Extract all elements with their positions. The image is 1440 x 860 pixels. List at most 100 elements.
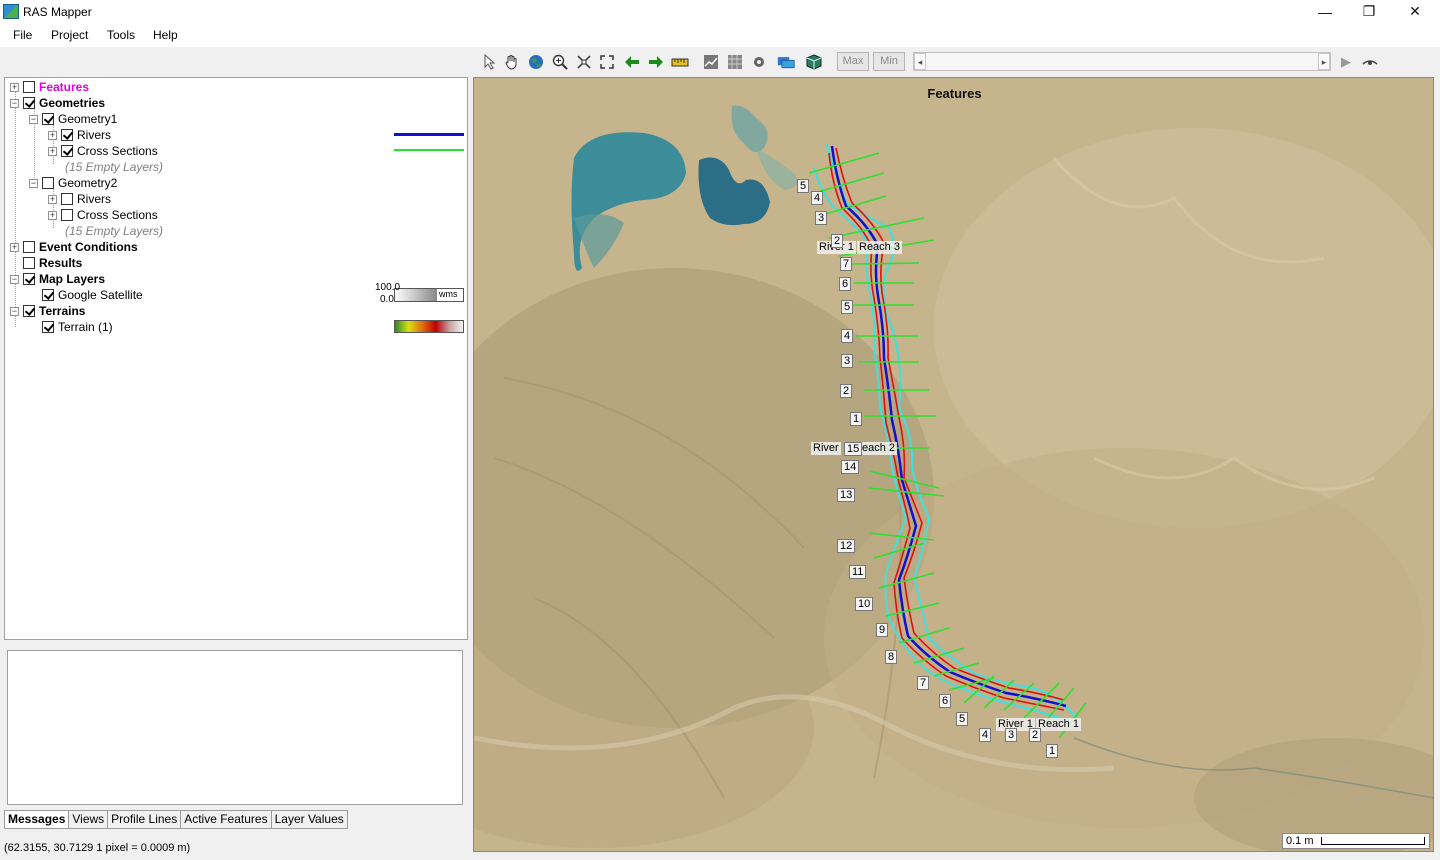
tree-item-geometries[interactable]: − Geometries — [10, 95, 105, 111]
animation-settings-icon[interactable] — [1361, 53, 1379, 71]
zoom-in-icon[interactable] — [551, 53, 569, 71]
tree-item-map-layers[interactable]: − Map Layers — [10, 271, 105, 287]
wms-min-value: 0.0 — [380, 294, 394, 305]
xs-label: 4 — [841, 329, 854, 343]
max-button[interactable]: Max — [837, 52, 869, 71]
terrain-color-ramp — [394, 320, 464, 333]
collapse-icon[interactable]: − — [10, 274, 19, 284]
checkbox[interactable] — [23, 257, 35, 269]
min-button[interactable]: Min — [873, 52, 905, 71]
checkbox[interactable] — [23, 81, 35, 93]
cube-icon[interactable] — [805, 53, 823, 71]
bottom-tabs: Messages Views Profile Lines Active Feat… — [4, 810, 348, 829]
checkbox[interactable] — [61, 129, 73, 141]
map-toolbar: Max Min ◂ ▸ ▶ — [475, 50, 1440, 74]
expand-icon[interactable]: + — [10, 82, 19, 92]
xs-label: 7 — [917, 676, 930, 690]
tree-item-g1-rivers[interactable]: + Rivers — [48, 127, 111, 143]
reach-label: Reach 1 — [1036, 718, 1081, 731]
full-extent-icon[interactable] — [598, 53, 616, 71]
tree-item-google-satellite[interactable]: Google Satellite — [42, 287, 143, 303]
menu-file[interactable]: File — [13, 28, 32, 42]
tree-item-g2-empty-layers[interactable]: (15 Empty Layers) — [65, 223, 163, 239]
tree-item-g1-cross-sections[interactable]: + Cross Sections — [48, 143, 158, 159]
maximize-button[interactable]: ❐ — [1346, 0, 1392, 23]
tree-item-results[interactable]: Results — [23, 255, 82, 271]
scroll-left-icon[interactable]: ◂ — [914, 53, 926, 70]
tab-views[interactable]: Views — [68, 810, 109, 829]
tab-layer-values[interactable]: Layer Values — [270, 810, 348, 829]
play-icon[interactable]: ▶ — [1337, 53, 1355, 71]
checkbox[interactable] — [42, 177, 54, 189]
tree-label: Geometry1 — [58, 112, 118, 126]
checkbox[interactable] — [23, 97, 35, 109]
tree-label: (15 Empty Layers) — [65, 160, 164, 174]
menu-project[interactable]: Project — [51, 28, 88, 42]
tree-item-geometry1[interactable]: − Geometry1 — [29, 111, 117, 127]
pan-hand-icon[interactable] — [503, 53, 521, 71]
tree-item-terrains[interactable]: − Terrains — [10, 303, 85, 319]
collapse-icon[interactable]: − — [29, 114, 38, 124]
tab-profile-lines[interactable]: Profile Lines — [107, 810, 182, 829]
checkbox[interactable] — [23, 241, 35, 253]
checkbox[interactable] — [61, 209, 73, 221]
tree-item-features[interactable]: + Features — [10, 79, 89, 95]
xs-label: 13 — [837, 488, 856, 502]
collapse-icon[interactable]: − — [10, 306, 19, 316]
scroll-right-icon[interactable]: ▸ — [1318, 53, 1330, 70]
forward-arrow-icon[interactable] — [647, 53, 665, 71]
profile-icon[interactable] — [702, 53, 720, 71]
layer-icon[interactable] — [777, 53, 795, 71]
zoom-extents-icon[interactable] — [575, 53, 593, 71]
xs-label: 1 — [1046, 744, 1059, 758]
minimize-button[interactable]: — — [1302, 0, 1348, 23]
close-button[interactable]: ✕ — [1392, 0, 1438, 23]
ras-mapper-app-icon — [3, 4, 19, 19]
map-view[interactable]: Features River 1 Reach 3 River each 2 Ri… — [473, 77, 1434, 852]
checkbox[interactable] — [61, 145, 73, 157]
checkbox[interactable] — [42, 289, 54, 301]
messages-panel[interactable] — [7, 650, 463, 805]
settings-icon[interactable] — [750, 53, 768, 71]
xs-label: 2 — [831, 234, 844, 248]
menu-help[interactable]: Help — [153, 28, 178, 42]
pointer-icon[interactable] — [481, 53, 499, 71]
tree-item-terrain1[interactable]: Terrain (1) — [42, 319, 113, 335]
expand-icon[interactable]: + — [48, 130, 57, 140]
checkbox[interactable] — [61, 193, 73, 205]
tree-item-g2-cross-sections[interactable]: + Cross Sections — [48, 207, 158, 223]
expand-icon[interactable]: + — [48, 146, 57, 156]
expand-icon[interactable]: + — [48, 194, 57, 204]
scale-bar-label: 0.1 m — [1286, 835, 1314, 847]
back-arrow-icon[interactable] — [623, 53, 641, 71]
collapse-icon[interactable]: − — [29, 178, 38, 188]
tree-item-g1-empty-layers[interactable]: (15 Empty Layers) — [65, 159, 163, 175]
xs-label: 15 — [844, 442, 863, 456]
tree-label: Cross Sections — [77, 144, 158, 158]
checkbox[interactable] — [23, 273, 35, 285]
xs-label: 14 — [841, 460, 860, 474]
expand-icon[interactable]: + — [10, 242, 19, 252]
time-scrollbar[interactable]: ◂ ▸ — [913, 52, 1331, 71]
menu-tools[interactable]: Tools — [107, 28, 135, 42]
xs-label: 5 — [956, 712, 969, 726]
wms-label: wms — [439, 289, 458, 299]
tree-item-g2-rivers[interactable]: + Rivers — [48, 191, 111, 207]
tab-messages[interactable]: Messages — [4, 810, 70, 829]
collapse-icon[interactable]: − — [10, 98, 19, 108]
checkbox[interactable] — [23, 305, 35, 317]
measure-icon[interactable] — [671, 53, 689, 71]
raster-icon[interactable] — [726, 53, 744, 71]
expand-icon[interactable]: + — [48, 210, 57, 220]
tab-active-features[interactable]: Active Features — [180, 810, 272, 829]
globe-icon[interactable] — [527, 53, 545, 71]
xs-label: 6 — [839, 277, 852, 291]
layer-tree-panel: + Features − Geometries − Geometry1 + Ri… — [4, 77, 468, 640]
satellite-imagery — [474, 78, 1433, 851]
tree-item-geometry2[interactable]: − Geometry2 — [29, 175, 117, 191]
tree-item-event-conditions[interactable]: + Event Conditions — [10, 239, 138, 255]
checkbox[interactable] — [42, 321, 54, 333]
xs-label: 10 — [855, 597, 874, 611]
checkbox[interactable] — [42, 113, 54, 125]
xs-label: 4 — [811, 191, 824, 205]
